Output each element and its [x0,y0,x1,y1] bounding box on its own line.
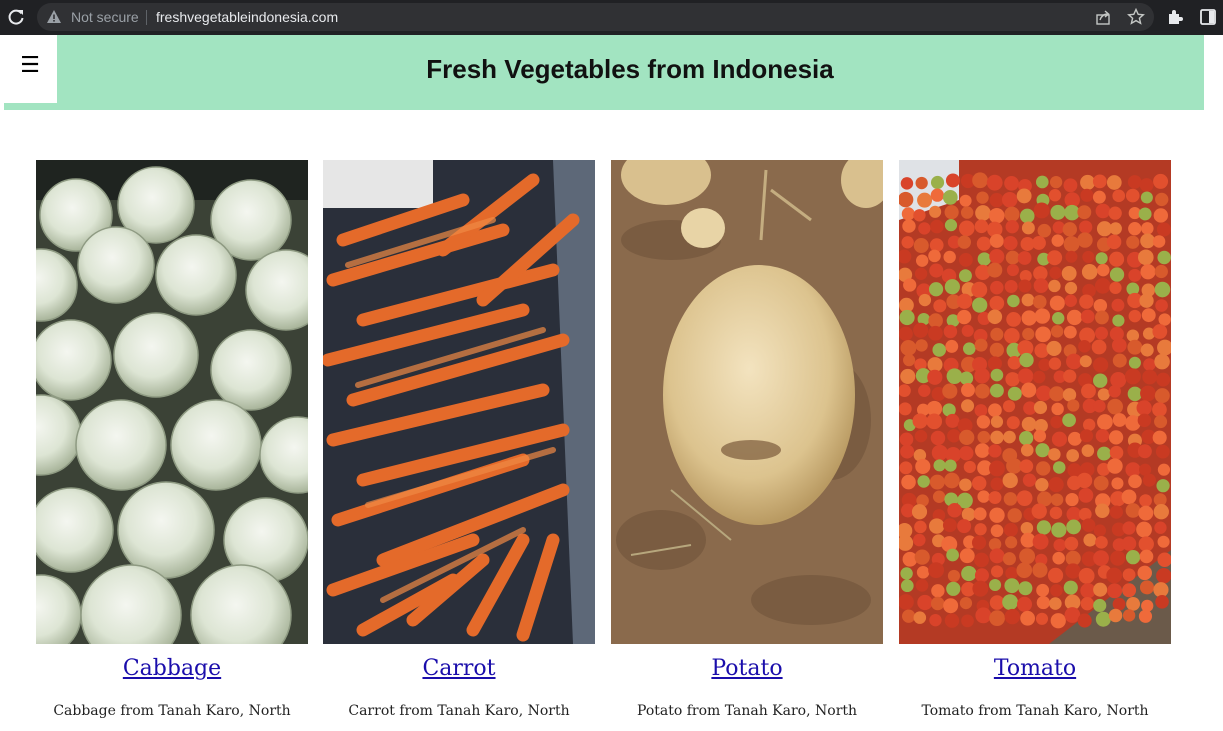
site-header: ☰ Fresh Vegetables from Indonesia [4,35,1204,110]
product-card-tomato: Tomato Tomato from Tanah Karo, North [899,160,1171,719]
address-separator [146,10,147,25]
product-card-potato: Potato Potato from Tanah Karo, North [611,160,883,719]
reload-icon[interactable] [6,7,26,27]
product-link-potato[interactable]: Potato [611,656,883,681]
address-bar[interactable]: Not secure freshvegetableindonesia.com [37,3,1154,31]
product-card-carrot: Carrot Carrot from Tanah Karo, North [323,160,595,719]
extensions-icon[interactable] [1166,8,1184,26]
potato-photo[interactable] [611,160,883,644]
product-link-cabbage[interactable]: Cabbage [36,656,308,681]
product-description-tomato: Tomato from Tanah Karo, North [921,703,1149,719]
tomato-photo[interactable] [899,160,1171,644]
url-text[interactable]: freshvegetableindonesia.com [156,9,338,25]
product-card-cabbage: Cabbage Cabbage from Tanah Karo, North [36,160,308,719]
page-title: Fresh Vegetables from Indonesia [426,54,834,84]
carrot-photo[interactable] [323,160,595,644]
browser-toolbar: Not secure freshvegetableindonesia.com [0,0,1223,35]
product-link-carrot[interactable]: Carrot [323,656,595,681]
security-label[interactable]: Not secure [71,9,139,25]
product-description-cabbage: Cabbage from Tanah Karo, North [53,703,291,719]
product-description-potato: Potato from Tanah Karo, North [636,703,858,719]
bookmark-star-icon[interactable] [1127,8,1145,26]
product-link-tomato[interactable]: Tomato [899,656,1171,681]
product-description-carrot: Carrot from Tanah Karo, North [348,703,570,719]
warning-icon[interactable] [46,9,62,25]
share-icon[interactable] [1095,9,1112,26]
side-panel-icon[interactable] [1199,8,1217,26]
cabbage-photo[interactable] [36,160,308,644]
